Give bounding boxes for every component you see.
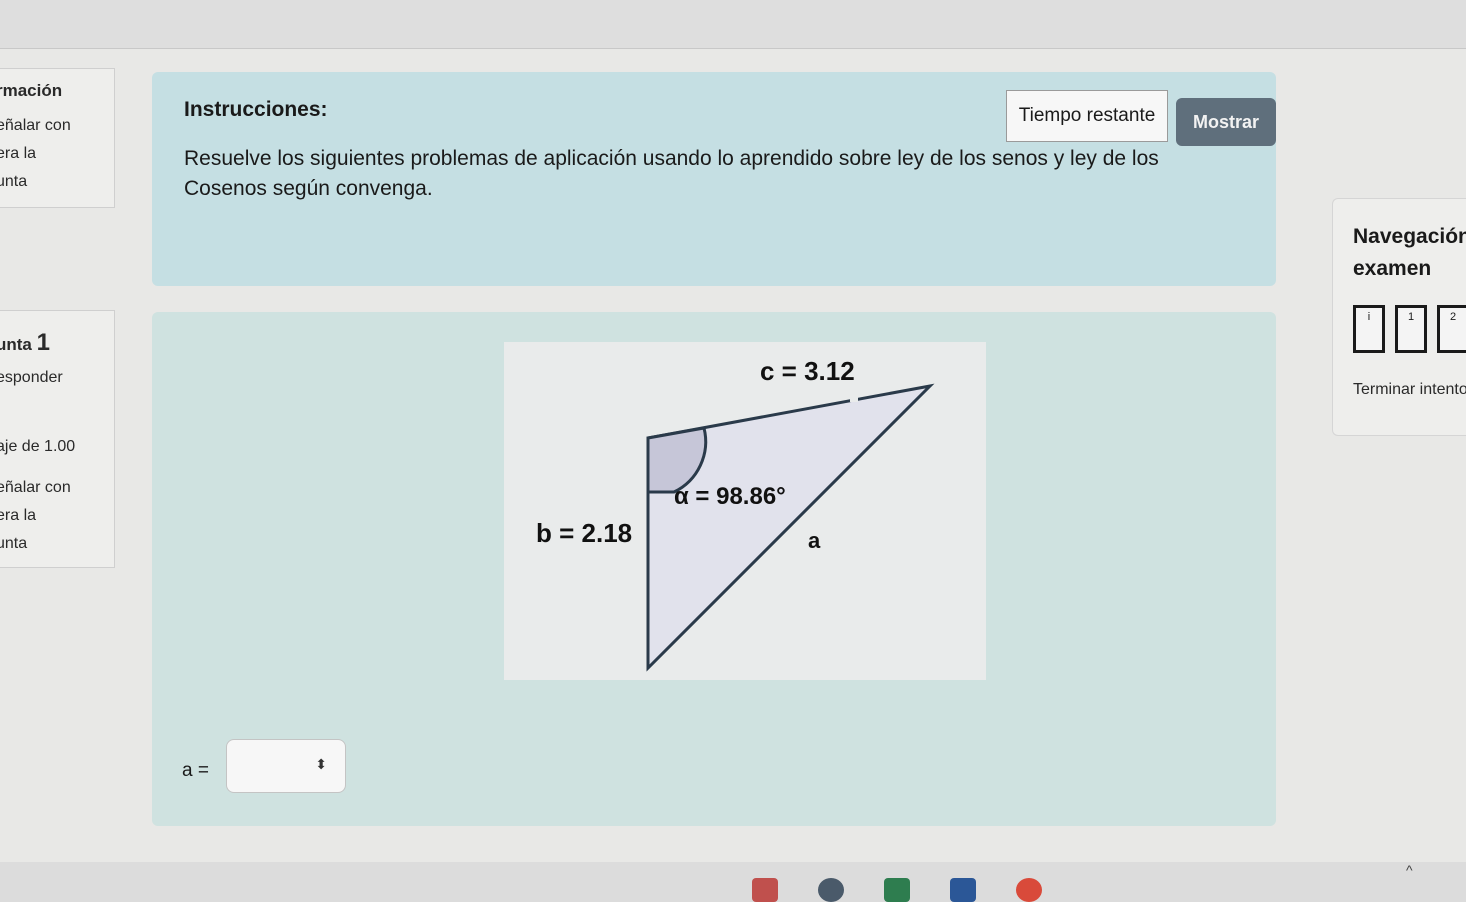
time-remaining-label: Tiempo restante	[1006, 90, 1168, 142]
instructions-title: Instrucciones:	[184, 98, 328, 121]
info-heading: rmación	[0, 81, 63, 100]
windows-taskbar	[0, 862, 1466, 902]
info-card-top: rmación eñalar con era la unta	[0, 68, 115, 208]
info-line[interactable]: unta	[0, 173, 27, 191]
navigation-title: Navegación examen	[1353, 221, 1466, 285]
label-gap	[850, 390, 858, 402]
triangle-shape	[646, 383, 935, 672]
info-line[interactable]: era la	[0, 145, 36, 163]
triangle-diagram: c = 3.12 b = 2.18 α = 98.86° a	[536, 356, 935, 672]
show-timer-button[interactable]: Mostrar	[1176, 98, 1276, 146]
info-line[interactable]: eñalar con	[0, 117, 71, 135]
word-icon[interactable]	[950, 878, 976, 902]
question-info-card: unta 1 esponder aje de 1.00 eñalar con e…	[0, 310, 115, 568]
instructions-panel: Instrucciones: Resuelve los siguientes p…	[152, 72, 1276, 286]
instructions-body: Resuelve los siguientes problemas de apl…	[184, 147, 1159, 200]
select-arrows-icon: ⬍	[315, 756, 327, 772]
flag-question-line[interactable]: unta	[0, 535, 27, 553]
tray-chevron-icon[interactable]: ^	[1406, 862, 1413, 878]
question-status: esponder	[0, 369, 63, 386]
question-title-prefix: unta	[0, 335, 32, 354]
nav-cell-question-2[interactable]: 2	[1437, 305, 1466, 353]
question-number: 1	[36, 329, 50, 356]
quiz-navigation: Navegación examen i 1 2 Terminar intento	[1332, 198, 1466, 436]
question-grade: aje de 1.00	[0, 438, 76, 455]
side-c-label: c = 3.12	[760, 356, 855, 386]
angle-alpha-label: α = 98.86°	[674, 483, 786, 510]
finish-attempt-link[interactable]: Terminar intento	[1353, 381, 1466, 399]
navigation-title-line1: Navegación	[1353, 225, 1466, 248]
side-b-label: b = 2.18	[536, 518, 632, 548]
answer-select[interactable]: ⬍	[226, 739, 346, 793]
triangle-figure: c = 3.12 b = 2.18 α = 98.86° a	[504, 342, 986, 680]
flag-question-line[interactable]: era la	[0, 507, 36, 525]
app-icon[interactable]	[818, 878, 844, 902]
excel-icon[interactable]	[884, 878, 910, 902]
nav-cell-info[interactable]: i	[1353, 305, 1385, 353]
browser-top-area	[0, 0, 1466, 49]
chrome-icon[interactable]	[1016, 878, 1042, 902]
flag-question-line[interactable]: eñalar con	[0, 479, 71, 497]
navigation-title-line2: examen	[1353, 257, 1432, 280]
app-icon[interactable]	[752, 878, 778, 902]
nav-cell-question-1[interactable]: 1	[1395, 305, 1427, 353]
side-a-label: a	[808, 528, 821, 553]
question-number-label: unta 1	[0, 329, 50, 357]
quiz-page: rmación eñalar con era la unta unta 1 es…	[0, 0, 1466, 902]
question-content: c = 3.12 b = 2.18 α = 98.86° a a = ⬍	[152, 312, 1276, 826]
answer-label: a =	[182, 760, 209, 781]
